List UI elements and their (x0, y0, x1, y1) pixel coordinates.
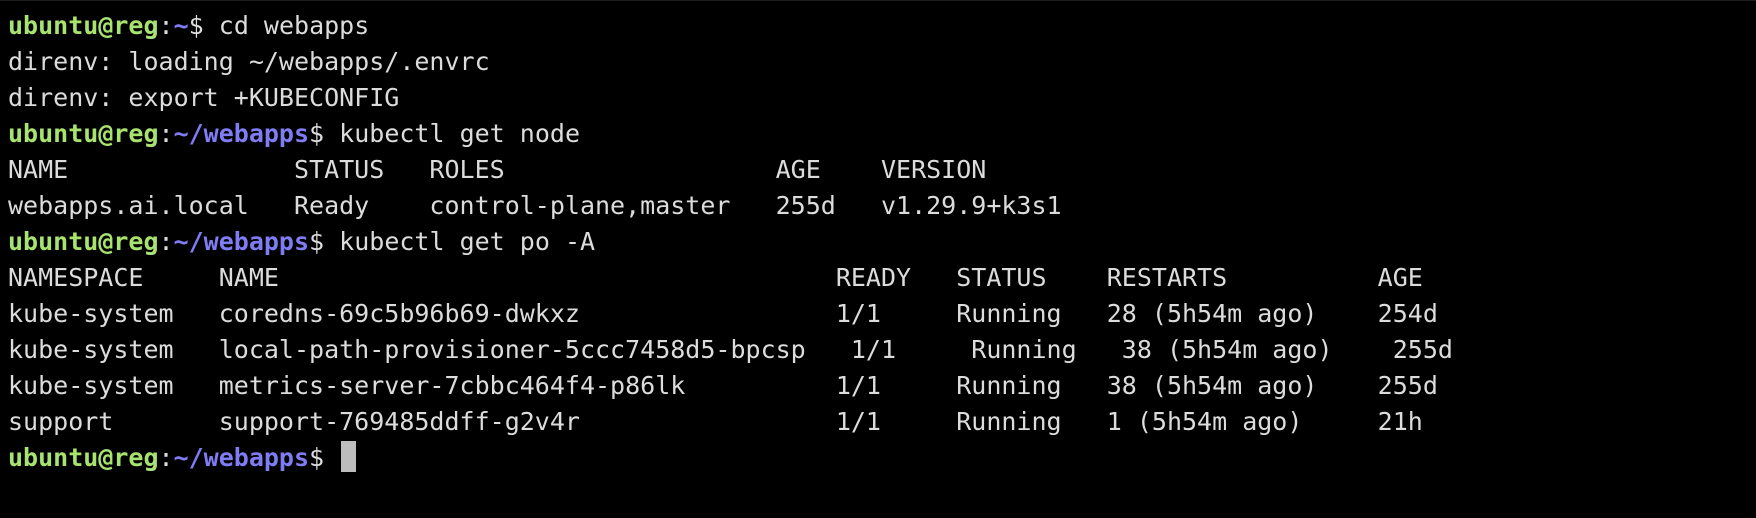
prompt-symbol: $ (309, 227, 325, 256)
command-text: kubectl get node (339, 119, 580, 148)
pods-table-row: kube-system metrics-server-7cbbc464f4-p8… (8, 371, 1438, 400)
prompt-user-host: ubuntu@reg (8, 227, 159, 256)
nodes-table-row: webapps.ai.local Ready control-plane,mas… (8, 191, 1062, 220)
prompt-separator: : (158, 443, 174, 472)
prompt-separator: : (158, 11, 174, 40)
terminal-output[interactable]: ubuntu@reg:~$ cd webapps direnv: loading… (8, 8, 1748, 476)
terminal-window[interactable]: ubuntu@reg:~$ cd webapps direnv: loading… (0, 0, 1756, 518)
command-text: kubectl get po -A (339, 227, 596, 256)
prompt-user-host: ubuntu@reg (8, 443, 159, 472)
prompt-user-host: ubuntu@reg (8, 11, 159, 40)
prompt-line-cd: ubuntu@reg:~$ cd webapps (8, 8, 1748, 44)
output-line-direnv-loading: direnv: loading ~/webapps/.envrc (8, 47, 490, 76)
prompt-line-get-pods: ubuntu@reg:~/webapps$ kubectl get po -A (8, 224, 1748, 260)
prompt-path: ~/webapps (173, 443, 310, 472)
active-prompt-line[interactable]: ubuntu@reg:~/webapps$ (8, 440, 1748, 476)
prompt-symbol: $ (309, 119, 325, 148)
pods-table-header: NAMESPACE NAME READY STATUS RESTARTS AGE (8, 263, 1423, 292)
nodes-table-header: NAME STATUS ROLES AGE VERSION (8, 155, 987, 184)
prompt-symbol: $ (188, 11, 204, 40)
prompt-symbol: $ (309, 443, 325, 472)
prompt-path: ~/webapps (173, 227, 310, 256)
prompt-line-get-node: ubuntu@reg:~/webapps$ kubectl get node (8, 116, 1748, 152)
window-top-border (0, 0, 1756, 1)
prompt-separator: : (158, 227, 174, 256)
pods-table-row: support support-769485ddff-g2v4r 1/1 Run… (8, 407, 1423, 436)
text-cursor[interactable] (341, 441, 357, 472)
prompt-path: ~ (173, 11, 189, 40)
pods-table-row: kube-system local-path-provisioner-5ccc7… (8, 335, 1453, 364)
pods-table-row: kube-system coredns-69c5b96b69-dwkxz 1/1… (8, 299, 1438, 328)
prompt-path: ~/webapps (173, 119, 310, 148)
output-line-direnv-export: direnv: export +KUBECONFIG (8, 83, 400, 112)
command-text: cd webapps (218, 11, 370, 40)
prompt-separator: : (158, 119, 174, 148)
prompt-user-host: ubuntu@reg (8, 119, 159, 148)
